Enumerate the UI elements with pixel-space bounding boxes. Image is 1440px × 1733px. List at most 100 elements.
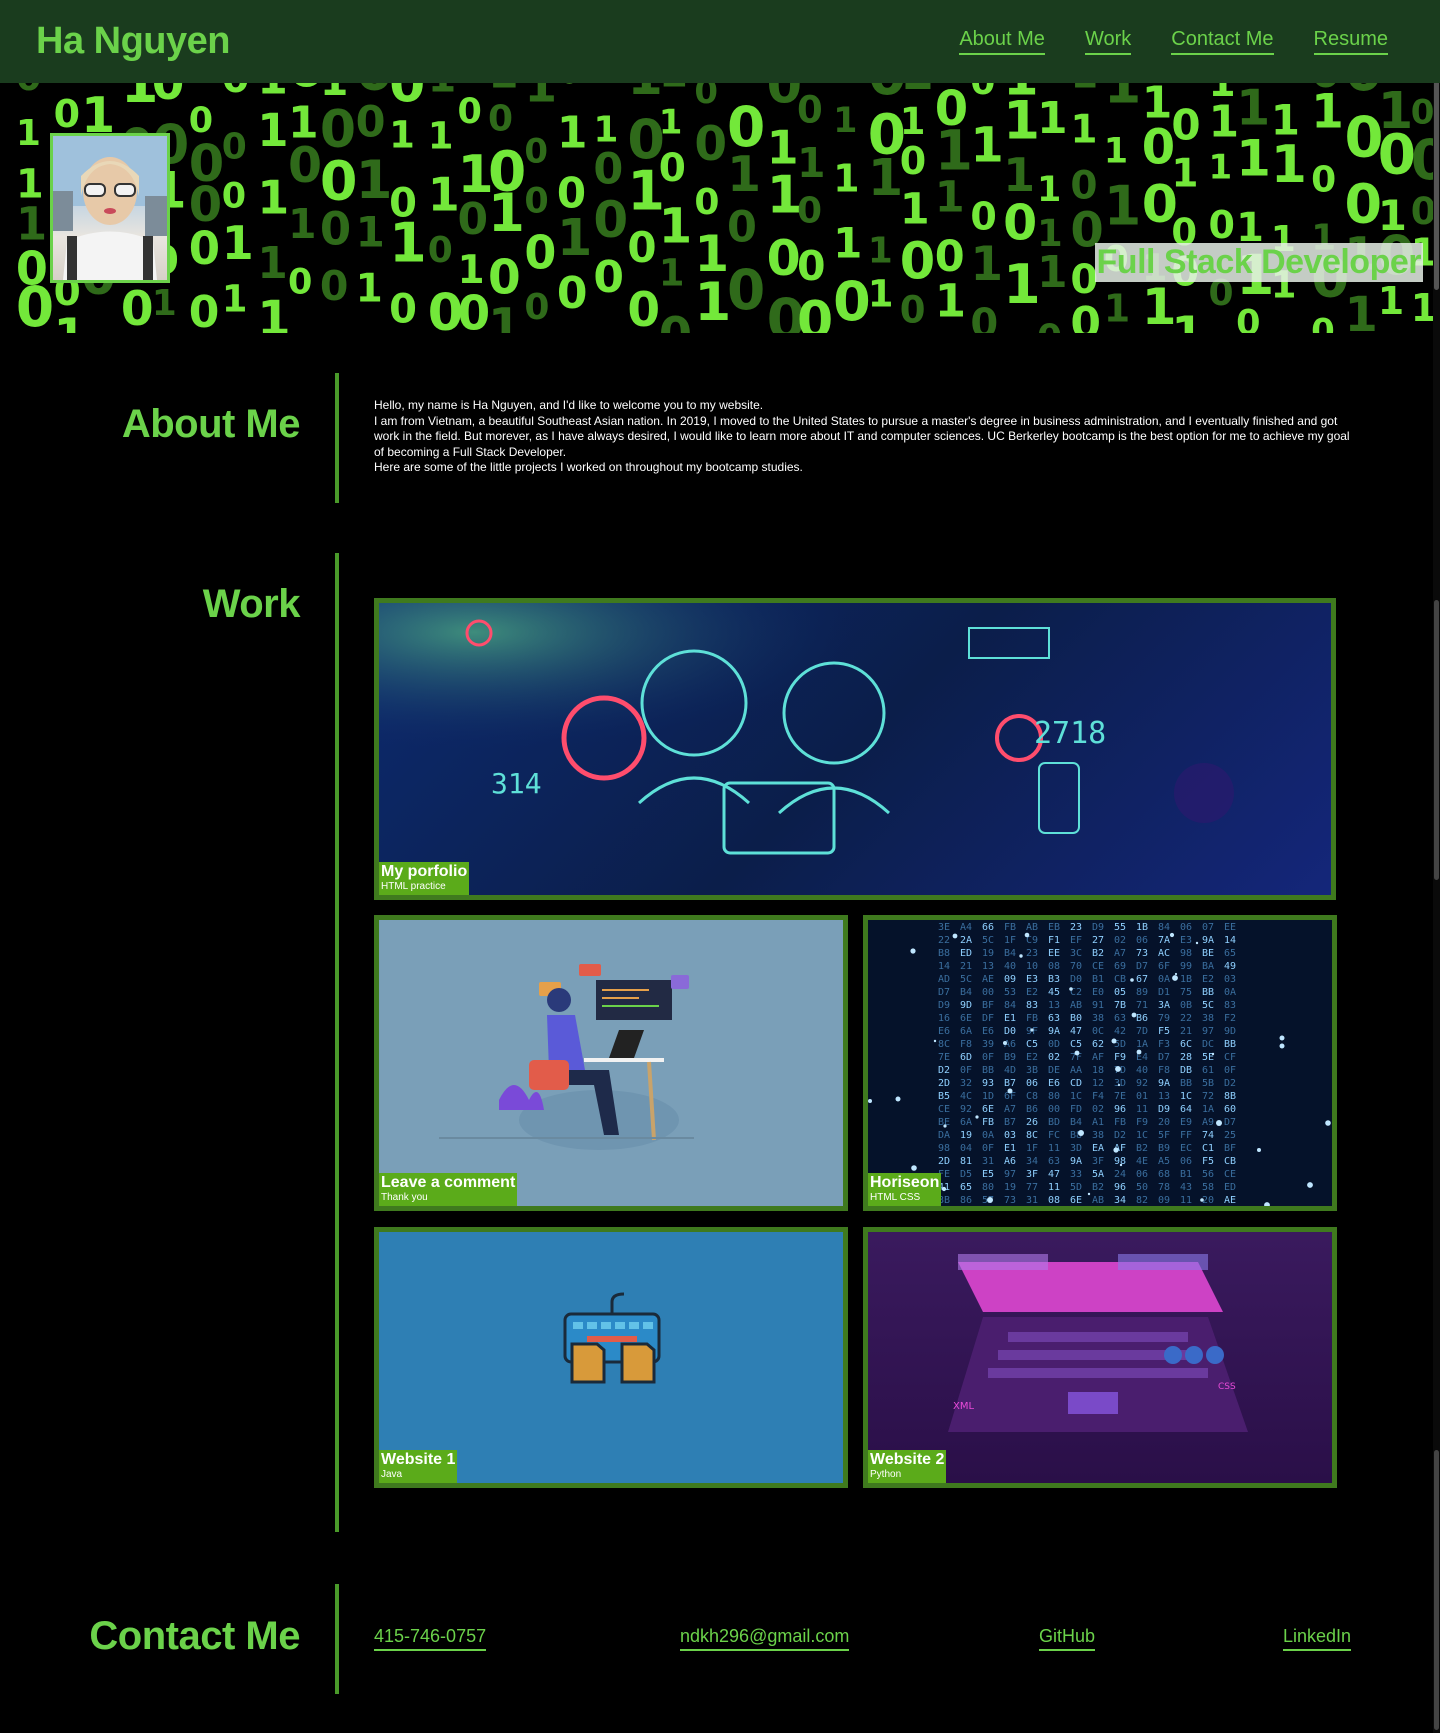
svg-text:CE: CE xyxy=(1092,961,1104,972)
nav-contact-me[interactable]: Contact Me xyxy=(1171,28,1274,55)
svg-text:1: 1 xyxy=(257,83,288,104)
svg-text:B3: B3 xyxy=(1048,974,1060,985)
svg-text:01: 01 xyxy=(1136,1091,1148,1102)
contact-phone-link[interactable]: 415-746-0757 xyxy=(374,1626,487,1651)
svg-text:0: 0 xyxy=(1236,304,1260,333)
svg-text:1C: 1C xyxy=(1070,1091,1082,1102)
contact-linkedin-link[interactable]: LinkedIn xyxy=(1283,1626,1352,1651)
svg-text:21: 21 xyxy=(1180,1026,1192,1037)
scrollbar-thumb[interactable] xyxy=(1434,600,1439,880)
scrollbar-thumb[interactable] xyxy=(1434,1450,1439,1730)
svg-text:1: 1 xyxy=(1037,170,1061,210)
svg-text:1: 1 xyxy=(659,83,688,96)
svg-text:A1: A1 xyxy=(1092,1117,1104,1128)
svg-text:FC: FC xyxy=(1048,1130,1060,1141)
svg-text:B4: B4 xyxy=(960,987,972,998)
svg-text:ED: ED xyxy=(960,948,972,959)
svg-text:BB: BB xyxy=(1224,1039,1236,1050)
project-card-horiseon[interactable]: 3E A4 66 FB AB EB 23 D9 55 1B 84 06 07 EE 22 2A 5C 1F C9 F1… xyxy=(863,915,1337,1211)
svg-text:34: 34 xyxy=(1114,1195,1126,1206)
svg-text:F5: F5 xyxy=(1158,1026,1170,1037)
site-header: Ha Nguyen About Me Work Contact Me Resum… xyxy=(0,0,1440,83)
svg-text:0: 0 xyxy=(1070,298,1101,333)
comment-illustration xyxy=(439,964,694,1150)
svg-text:0: 0 xyxy=(320,203,351,256)
svg-text:1F: 1F xyxy=(1004,935,1016,946)
svg-text:3A: 3A xyxy=(1158,1000,1170,1011)
svg-text:0: 0 xyxy=(1171,101,1200,150)
laptop-illustration: XML CSS xyxy=(948,1254,1248,1432)
svg-text:1: 1 xyxy=(257,104,288,157)
svg-text:D0: D0 xyxy=(1070,974,1082,985)
svg-text:1: 1 xyxy=(1037,247,1068,298)
site-brand[interactable]: Ha Nguyen xyxy=(36,20,230,63)
svg-text:97: 97 xyxy=(1202,1026,1214,1037)
svg-text:314: 314 xyxy=(491,767,542,800)
nav-resume[interactable]: Resume xyxy=(1313,28,1388,55)
svg-text:D9: D9 xyxy=(1092,922,1104,933)
svg-text:47: 47 xyxy=(1048,1169,1060,1180)
svg-text:0: 0 xyxy=(458,287,491,334)
project-card-website-1[interactable]: Website 1 Java xyxy=(374,1227,848,1488)
svg-text:92: 92 xyxy=(960,1104,972,1115)
svg-text:83: 83 xyxy=(1026,1000,1038,1011)
svg-text:9D: 9D xyxy=(960,1000,972,1011)
contact-github-link[interactable]: GitHub xyxy=(1039,1626,1096,1651)
svg-text:A7: A7 xyxy=(1114,948,1126,959)
svg-text:D5: D5 xyxy=(960,1169,972,1180)
svg-text:13: 13 xyxy=(982,961,994,972)
svg-text:6A: 6A xyxy=(960,1026,972,1037)
svg-text:E1: E1 xyxy=(1004,1143,1016,1154)
portfolio-illustration: 2718 314 xyxy=(379,603,1331,895)
svg-text:B2: B2 xyxy=(1092,1182,1104,1193)
svg-text:AE: AE xyxy=(982,974,994,985)
project-title: Website 1 xyxy=(381,1451,456,1468)
svg-text:F1: F1 xyxy=(1048,935,1060,946)
svg-text:0: 0 xyxy=(1411,190,1433,233)
svg-text:D9: D9 xyxy=(1158,1104,1170,1115)
svg-text:49: 49 xyxy=(1224,961,1236,972)
svg-text:19: 19 xyxy=(1004,1182,1016,1193)
svg-text:10: 10 xyxy=(1026,961,1038,972)
svg-text:0: 0 xyxy=(833,270,871,333)
contact-email-link[interactable]: ndkh296@gmail.com xyxy=(680,1626,850,1651)
svg-text:1A: 1A xyxy=(1136,1039,1148,1050)
svg-text:0: 0 xyxy=(389,83,425,114)
svg-text:25: 25 xyxy=(1224,1130,1236,1141)
svg-text:24: 24 xyxy=(1114,1169,1126,1180)
nav-work[interactable]: Work xyxy=(1084,28,1132,55)
svg-text:0: 0 xyxy=(222,177,246,217)
project-card-leave-comment[interactable]: Leave a comment Thank you xyxy=(374,915,848,1211)
svg-text:96: 96 xyxy=(1114,1182,1126,1193)
svg-text:0: 0 xyxy=(222,127,247,168)
svg-text:E2: E2 xyxy=(1026,1052,1038,1063)
svg-text:0C: 0C xyxy=(1092,1026,1104,1037)
svg-text:7B: 7B xyxy=(1114,1000,1126,1011)
svg-text:02: 02 xyxy=(1092,1104,1104,1115)
project-subtitle: HTML practice xyxy=(381,881,446,892)
svg-text:1: 1 xyxy=(222,278,248,321)
svg-text:FD: FD xyxy=(1070,1104,1082,1115)
svg-text:1: 1 xyxy=(54,309,87,333)
svg-text:63: 63 xyxy=(1048,1013,1060,1024)
svg-text:20: 20 xyxy=(1202,1195,1214,1206)
svg-text:0: 0 xyxy=(189,222,220,275)
svg-text:FB: FB xyxy=(982,1117,994,1128)
svg-text:0: 0 xyxy=(627,223,656,272)
svg-text:1D: 1D xyxy=(982,1091,994,1102)
svg-text:0: 0 xyxy=(900,289,926,332)
svg-text:E6: E6 xyxy=(938,1026,950,1037)
svg-text:0: 0 xyxy=(389,287,417,333)
svg-text:1: 1 xyxy=(727,146,761,203)
svg-text:32: 32 xyxy=(960,1078,972,1089)
svg-text:F3: F3 xyxy=(1158,1039,1170,1050)
project-card-website-2[interactable]: XML CSS Website 2 Python xyxy=(863,1227,1337,1488)
nav-about-me[interactable]: About Me xyxy=(959,28,1045,55)
svg-text:02: 02 xyxy=(1114,935,1126,946)
project-card-portfolio[interactable]: 2718 314 My porfolio HTML practice xyxy=(374,598,1336,900)
svg-text:22: 22 xyxy=(1180,1013,1192,1024)
svg-text:75: 75 xyxy=(1180,987,1192,998)
svg-text:07: 07 xyxy=(1202,922,1214,933)
page-scrollbar[interactable] xyxy=(1433,0,1440,1733)
svg-text:12: 12 xyxy=(1092,1078,1104,1089)
